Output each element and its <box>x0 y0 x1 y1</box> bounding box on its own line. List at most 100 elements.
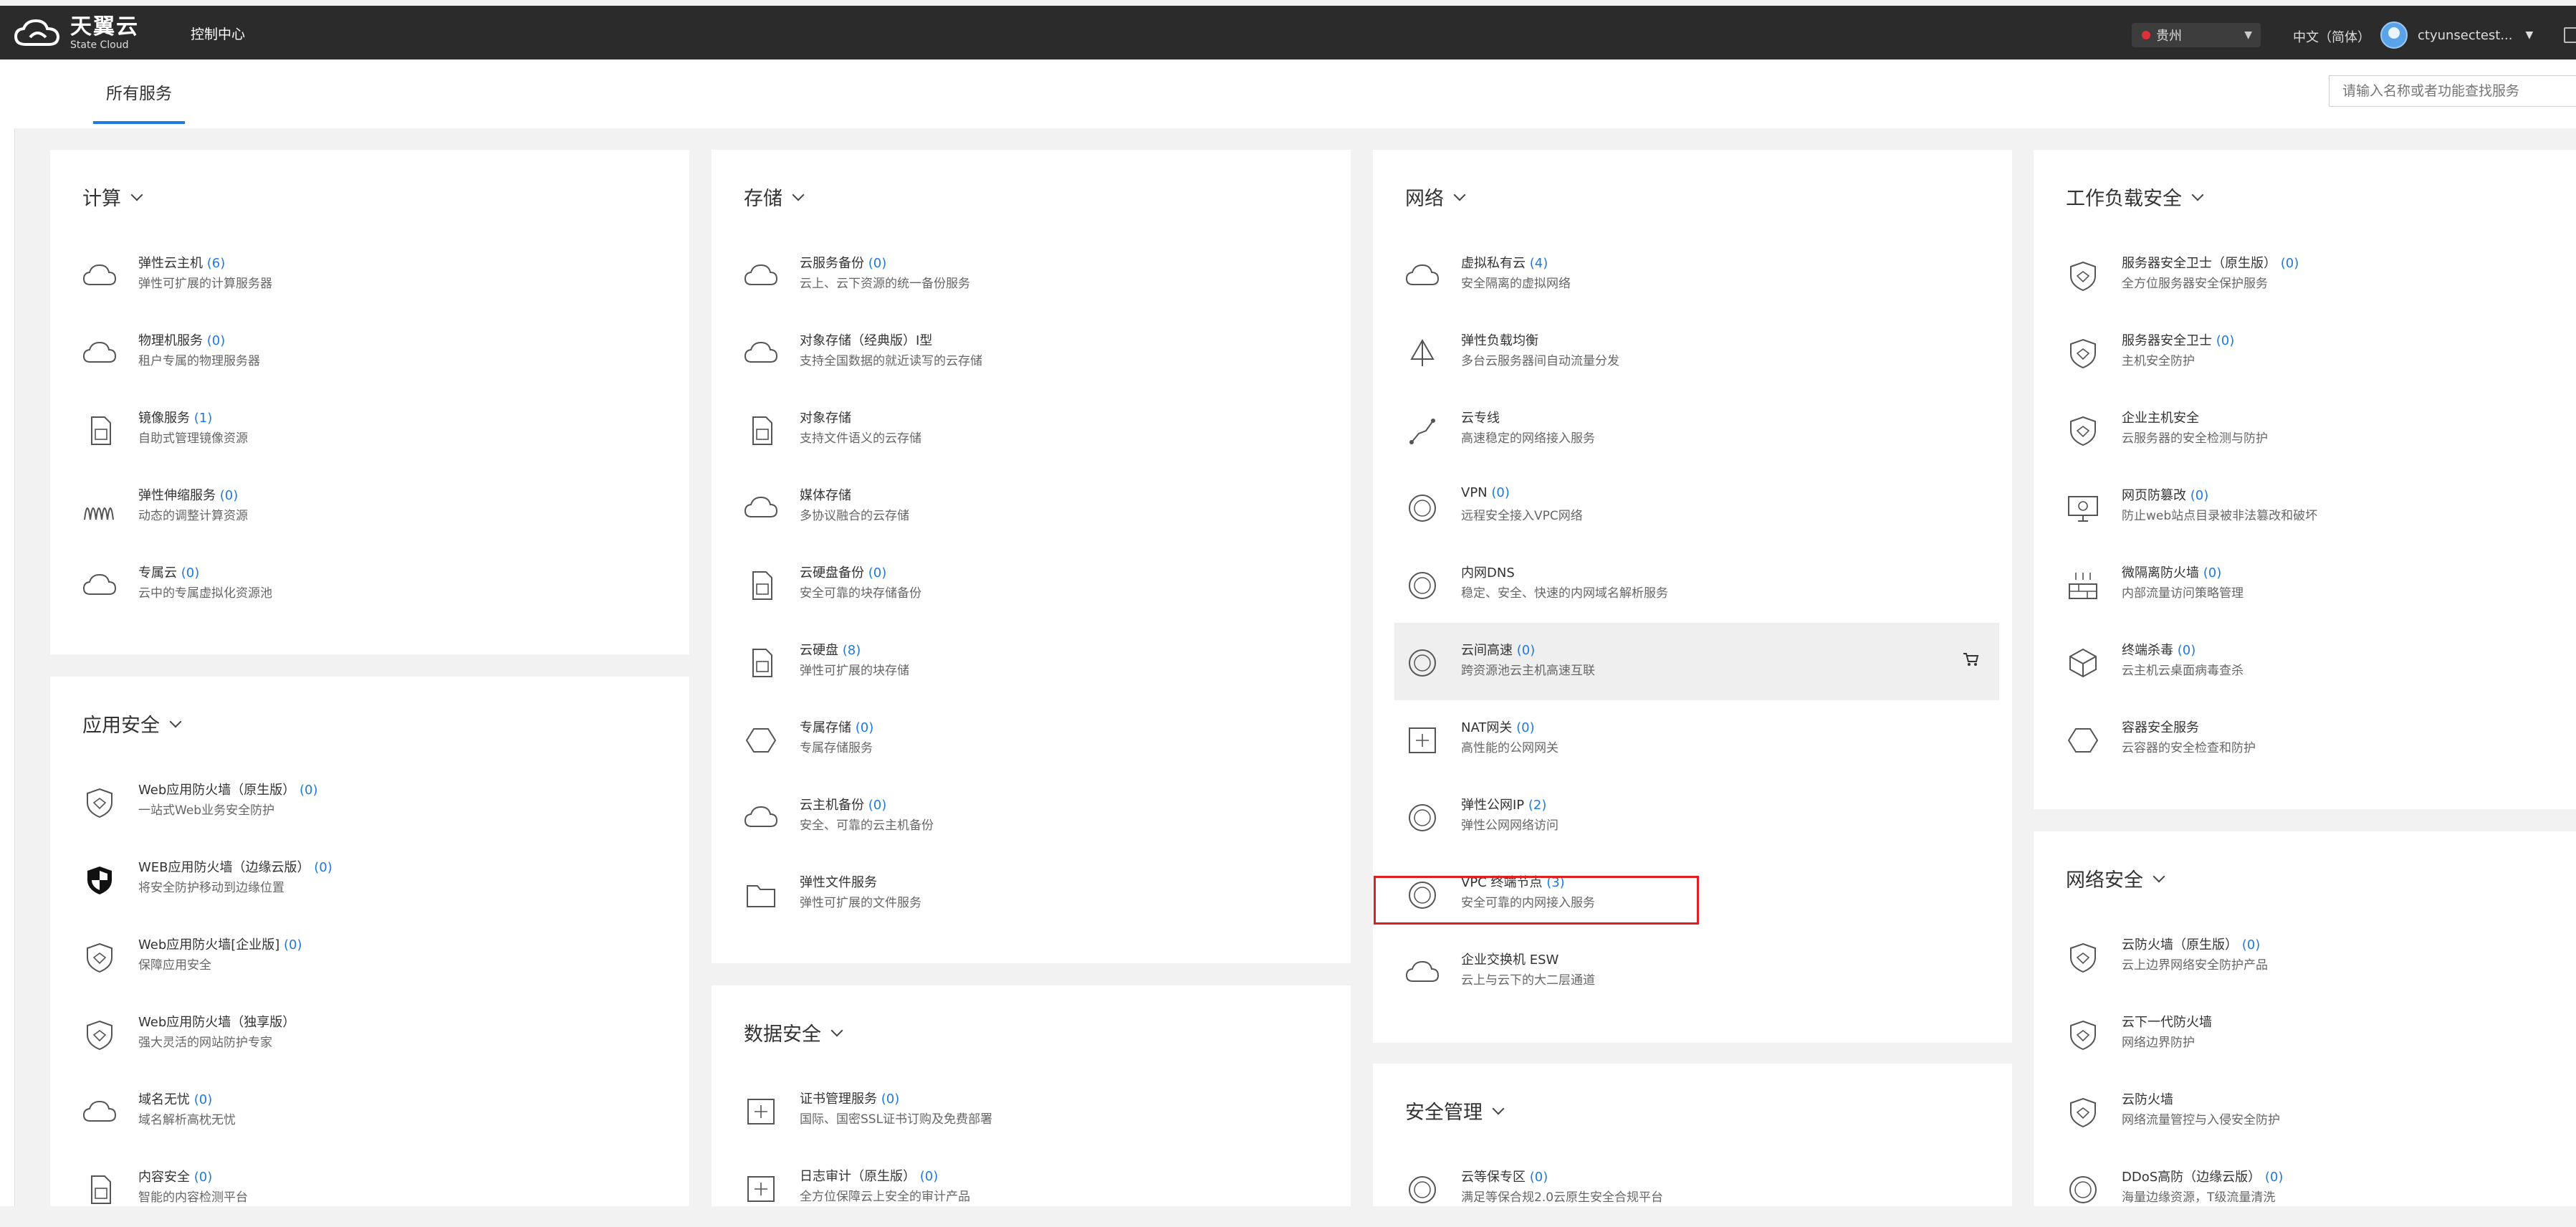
service-item[interactable]: 弹性云主机 (6) 弹性可扩展的计算服务器 <box>50 236 689 313</box>
card-title[interactable]: 工作负载安全 <box>2066 183 2204 211</box>
service-item[interactable]: Web应用防火墙[企业版] (0) 保障应用安全 <box>50 917 689 995</box>
cart-icon[interactable] <box>1962 651 1979 667</box>
service-name[interactable]: 弹性文件服务 <box>800 872 877 891</box>
service-name[interactable]: 对象存储 <box>800 408 851 426</box>
card-title[interactable]: 安全管理 <box>1405 1097 1505 1125</box>
service-item[interactable]: 终端杀毒 (0) 云主机云桌面病毒查杀 <box>2034 623 2576 700</box>
service-name[interactable]: 云硬盘 (8) <box>800 640 861 659</box>
service-item[interactable]: 云硬盘备份 (0) 安全可靠的块存储备份 <box>712 545 1351 623</box>
user-menu[interactable]: ctyunsectest... ▼ <box>2380 22 2533 49</box>
service-item[interactable]: 弹性负载均衡 多台云服务器间自动流量分发 <box>1373 313 2012 391</box>
service-item[interactable]: 对象存储（经典版）Ⅰ型 支持全国数据的就近读写的云存储 <box>712 313 1351 391</box>
card-title[interactable]: 存储 <box>744 183 805 211</box>
service-item[interactable]: WEB应用防火墙（边缘云版） (0) 将安全防护移动到边缘位置 <box>50 840 689 917</box>
service-name[interactable]: 弹性云主机 (6) <box>138 253 225 272</box>
service-item[interactable]: 弹性文件服务 弹性可扩展的文件服务 <box>712 855 1351 932</box>
service-item[interactable]: 媒体存储 多协议融合的云存储 <box>712 468 1351 545</box>
message-icon[interactable] <box>2564 27 2576 43</box>
tab-all-services[interactable]: 所有服务 <box>93 80 185 124</box>
service-name[interactable]: 云硬盘备份 (0) <box>800 563 886 581</box>
service-name[interactable]: 企业交换机 ESW <box>1461 950 1558 968</box>
service-name[interactable]: Web应用防火墙（独享版） <box>138 1012 295 1031</box>
card-title[interactable]: 应用安全 <box>82 710 182 737</box>
card-title[interactable]: 网络安全 <box>2066 864 2165 892</box>
service-name[interactable]: 对象存储（经典版）Ⅰ型 <box>800 330 932 349</box>
service-name[interactable]: 云防火墙（原生版） (0) <box>2122 935 2260 953</box>
service-item[interactable]: 云下一代防火墙 网络边界防护 <box>2034 995 2576 1072</box>
service-name[interactable]: 域名无忧 (0) <box>138 1089 212 1108</box>
service-name[interactable]: Web应用防火墙[企业版] (0) <box>138 935 302 953</box>
service-name[interactable]: 日志审计（原生版） (0) <box>800 1166 938 1185</box>
service-name[interactable]: 内网DNS <box>1461 563 1515 581</box>
service-name[interactable]: 企业主机安全 <box>2122 408 2199 426</box>
service-name[interactable]: 镜像服务 (1) <box>138 408 212 426</box>
service-item[interactable]: 专属存储 (0) 专属存储服务 <box>712 700 1351 778</box>
service-item[interactable]: 弹性公网IP (2) 弹性公网网络访问 <box>1373 778 2012 855</box>
logo[interactable]: 天翼云 State Cloud <box>13 14 139 52</box>
service-item[interactable]: 云主机备份 (0) 安全、可靠的云主机备份 <box>712 778 1351 855</box>
service-name[interactable]: 云下一代防火墙 <box>2122 1012 2212 1031</box>
service-name[interactable]: 云间高速 (0) <box>1461 640 1535 659</box>
service-name[interactable]: 云专线 <box>1461 408 1500 426</box>
service-item[interactable]: 企业主机安全 云服务器的安全检测与防护 <box>2034 391 2576 468</box>
service-item[interactable]: 网页防篡改 (0) 防止web站点目录被非法篡改和破坏 <box>2034 468 2576 545</box>
service-item[interactable]: 专属云 (0) 云中的专属虚拟化资源池 <box>50 545 689 623</box>
service-name[interactable]: 内容安全 (0) <box>138 1167 212 1185</box>
language-selector[interactable]: 中文（简体） <box>2293 27 2370 46</box>
search-input[interactable] <box>2329 75 2576 107</box>
service-name[interactable]: 服务器安全卫士（原生版） (0) <box>2122 253 2299 272</box>
service-name[interactable]: 媒体存储 <box>800 485 851 504</box>
card-title[interactable]: 计算 <box>82 183 143 211</box>
service-name[interactable]: WEB应用防火墙（边缘云版） (0) <box>138 857 332 876</box>
service-item[interactable]: 云防火墙 网络流量管控与入侵安全防护 <box>2034 1072 2576 1150</box>
service-name[interactable]: 容器安全服务 <box>2122 717 2199 736</box>
service-name[interactable]: DDoS高防（边缘云版） (0) <box>2122 1167 2283 1185</box>
service-name[interactable]: 弹性公网IP (2) <box>1461 795 1546 813</box>
service-item[interactable]: 镜像服务 (1) 自助式管理镜像资源 <box>50 391 689 468</box>
service-name[interactable]: 专属存储 (0) <box>800 717 873 736</box>
service-name[interactable]: 物理机服务 (0) <box>138 330 225 349</box>
service-item[interactable]: 服务器安全卫士 (0) 主机安全防护 <box>2034 313 2576 391</box>
service-item[interactable]: 证书管理服务 (0) 国际、国密SSL证书订购及免费部署 <box>712 1071 1351 1149</box>
service-name[interactable]: 云防火墙 <box>2122 1089 2173 1108</box>
service-name[interactable]: NAT网关 (0) <box>1461 717 1535 736</box>
service-item[interactable]: 云硬盘 (8) 弹性可扩展的块存储 <box>712 623 1351 700</box>
console-link[interactable]: 控制中心 <box>191 24 245 43</box>
service-item[interactable]: 对象存储 支持文件语义的云存储 <box>712 391 1351 468</box>
service-name[interactable]: 云等保专区 (0) <box>1461 1167 1548 1185</box>
service-item[interactable]: 云等保专区 (0) 满足等保合规2.0云原生安全合规平台 <box>1373 1150 2012 1227</box>
service-item[interactable]: 内网DNS 稳定、安全、快速的内网域名解析服务 <box>1373 545 2012 623</box>
service-item[interactable]: 内容安全 (0) 智能的内容检测平台 <box>50 1150 689 1227</box>
service-item[interactable]: 云间高速 (0) 跨资源池云主机高速互联 <box>1394 623 1999 700</box>
service-name[interactable]: 证书管理服务 (0) <box>800 1089 899 1107</box>
service-name[interactable]: 服务器安全卫士 (0) <box>2122 330 2234 349</box>
service-item[interactable]: DDoS高防（边缘云版） (0) 海量边缘资源，T级流量清洗 <box>2034 1150 2576 1227</box>
service-item[interactable]: 物理机服务 (0) 租户专属的物理服务器 <box>50 313 689 391</box>
service-name[interactable]: 弹性负载均衡 <box>1461 330 1538 349</box>
service-name[interactable]: 微隔离防火墙 (0) <box>2122 563 2221 581</box>
service-item[interactable]: NAT网关 (0) 高性能的公网网关 <box>1373 700 2012 778</box>
service-item[interactable]: 微隔离防火墙 (0) 内部流量访问策略管理 <box>2034 545 2576 623</box>
service-name[interactable]: VPN (0) <box>1461 485 1510 500</box>
service-name[interactable]: Web应用防火墙（原生版） (0) <box>138 780 317 798</box>
service-name[interactable]: 虚拟私有云 (4) <box>1461 253 1548 272</box>
region-selector[interactable]: 贵州 ▼ <box>2132 23 2261 47</box>
service-item[interactable]: 企业交换机 ESW 云上与云下的大二层通道 <box>1373 932 2012 1010</box>
service-item[interactable]: Web应用防火墙（独享版） 强大灵活的网站防护专家 <box>50 995 689 1072</box>
service-item[interactable]: 日志审计（原生版） (0) 全方位保障云上安全的审计产品 <box>712 1149 1351 1226</box>
service-item[interactable]: 服务器安全卫士（原生版） (0) 全方位服务器安全保护服务 <box>2034 236 2576 313</box>
card-title[interactable]: 数据安全 <box>744 1018 843 1046</box>
service-item[interactable]: Web应用防火墙（原生版） (0) 一站式Web业务安全防护 <box>50 763 689 840</box>
service-name[interactable]: 弹性伸缩服务 (0) <box>138 485 238 504</box>
service-item[interactable]: 容器安全服务 云容器的安全检查和防护 <box>2034 700 2576 778</box>
card-title[interactable]: 网络 <box>1405 183 1466 211</box>
service-item[interactable]: 虚拟私有云 (4) 安全隔离的虚拟网络 <box>1373 236 2012 313</box>
service-item[interactable]: 云服务备份 (0) 云上、云下资源的统一备份服务 <box>712 236 1351 313</box>
service-name[interactable]: 终端杀毒 (0) <box>2122 640 2196 659</box>
service-item[interactable]: 域名无忧 (0) 域名解析高枕无忧 <box>50 1072 689 1150</box>
service-name[interactable]: 专属云 (0) <box>138 563 199 581</box>
service-name[interactable]: 云主机备份 (0) <box>800 795 886 813</box>
service-item[interactable]: VPN (0) 远程安全接入VPC网络 <box>1373 468 2012 545</box>
service-name[interactable]: 云服务备份 (0) <box>800 253 886 272</box>
service-item[interactable]: 云专线 高速稳定的网络接入服务 <box>1373 391 2012 468</box>
